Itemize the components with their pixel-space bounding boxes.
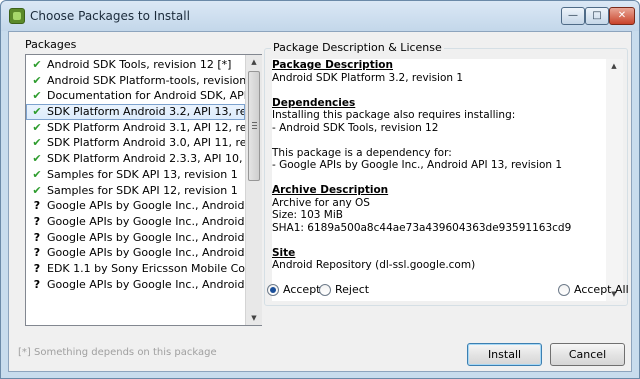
question-mark-icon: ? (33, 277, 41, 291)
accept-label[interactable]: Accept (283, 283, 321, 296)
package-row[interactable]: ✔ Documentation for Android SDK, API 13, … (26, 88, 245, 104)
description-panel[interactable]: Package Description Android SDK Platform … (272, 59, 623, 301)
package-label: Android SDK Platform-tools, revision 6 (47, 73, 245, 87)
scroll-up-arrow-icon[interactable]: ▲ (246, 55, 262, 69)
description-line: - Google APIs by Google Inc., Android AP… (272, 159, 563, 171)
dialog-body: Packages ✔ Android SDK Tools, revision 12… (8, 31, 632, 372)
package-row[interactable]: ✔ Android SDK Platform-tools, revision 6 (26, 73, 245, 89)
description-line (272, 234, 606, 247)
package-label: Documentation for Android SDK, API 13, .… (47, 89, 245, 103)
description-line: Android Repository (dl-ssl.google.com) (272, 259, 476, 271)
package-row[interactable]: ? Google APIs by Google Inc., Android API… (26, 277, 245, 293)
packages-list-rows: ✔ Android SDK Tools, revision 12 [*] ✔ Andr… (26, 57, 245, 292)
packages-group-label: Packages (23, 38, 79, 51)
package-label: EDK 1.1 by Sony Ericsson Mobile Commu... (47, 261, 245, 275)
section-heading: Package Description (272, 59, 393, 71)
description-line: Size: 103 MiB (272, 209, 343, 221)
install-button[interactable]: Install (467, 343, 542, 366)
package-row[interactable]: ✔ SDK Platform Android 3.1, API 12, revis… (26, 120, 245, 136)
cancel-button[interactable]: Cancel (550, 343, 625, 366)
question-mark-icon: ? (33, 230, 41, 244)
scroll-up-arrow-icon[interactable]: ▲ (606, 59, 622, 73)
checkmark-icon: ✔ (32, 58, 42, 71)
checkmark-icon: ✔ (32, 73, 42, 87)
checkmark-icon: ✔ (32, 136, 42, 150)
package-label: Samples for SDK API 13, revision 1 (47, 167, 238, 181)
android-sdk-icon (9, 8, 25, 24)
description-line: Android SDK Platform 3.2, revision 1 (272, 71, 464, 84)
reject-radio[interactable] (319, 284, 331, 296)
question-mark-icon: ? (33, 246, 41, 260)
window-title: Choose Packages to Install (30, 9, 190, 23)
package-row[interactable]: ✔ SDK Platform Android 3.2, API 13, revis… (26, 104, 245, 120)
minimize-button[interactable]: — (561, 7, 585, 25)
package-label: SDK Platform Android 2.3.3, API 10, revi… (47, 152, 245, 166)
description-group-label: Package Description & License (271, 41, 444, 54)
question-mark-icon: ? (33, 261, 41, 275)
description-line: - Android SDK Tools, revision 12 (272, 121, 439, 134)
checkmark-icon: ✔ (32, 120, 42, 134)
close-button[interactable]: ✕ (609, 7, 635, 25)
package-row[interactable]: ? Google APIs by Google Inc., Android API… (26, 230, 245, 246)
package-label: SDK Platform Android 3.0, API 11, revisi… (47, 136, 245, 150)
maximize-button[interactable]: □ (585, 7, 609, 25)
accept-radio[interactable] (267, 284, 279, 296)
dependency-footnote: [*] Something depends on this package (18, 347, 217, 358)
accept-all-label[interactable]: Accept All (574, 283, 629, 296)
accept-all-radio[interactable] (558, 284, 570, 296)
package-label: Android SDK Tools, revision 12 [*] (47, 58, 232, 71)
package-label: Google APIs by Google Inc., Android API … (47, 230, 245, 244)
checkmark-icon: ✔ (32, 152, 42, 166)
package-label: Google APIs by Google Inc., Android API … (47, 277, 245, 291)
checkmark-icon: ✔ (32, 105, 42, 119)
description-line: SHA1: 6189a500a8c44ae73a439604363de93591… (272, 221, 572, 234)
package-row[interactable]: ✔ SDK Platform Android 3.0, API 11, revis… (26, 135, 245, 151)
package-label: Google APIs by Google Inc., Android API … (47, 214, 245, 228)
description-scrollbar[interactable]: ▲ ▼ (606, 59, 623, 301)
description-line: This package is a dependency for: (272, 146, 452, 159)
description-line: Archive for any OS (272, 196, 370, 209)
scroll-down-arrow-icon[interactable]: ▼ (246, 311, 262, 325)
description-text: Package Description Android SDK Platform … (272, 59, 606, 272)
question-mark-icon: ? (33, 199, 41, 213)
section-heading: Site (272, 246, 296, 259)
package-row[interactable]: ✔ SDK Platform Android 2.3.3, API 10, rev… (26, 151, 245, 167)
packages-list[interactable]: ✔ Android SDK Tools, revision 12 [*] ✔ Andr… (25, 54, 262, 326)
package-row[interactable]: ✔ Samples for SDK API 13, revision 1 (26, 167, 245, 183)
checkmark-icon: ✔ (32, 167, 42, 181)
description-line (272, 134, 606, 147)
thumb-grip-line (252, 125, 257, 126)
checkmark-icon: ✔ (32, 89, 42, 103)
package-label: SDK Platform Android 3.2, API 13, revisi… (47, 105, 245, 119)
package-row[interactable]: ? Google APIs by Google Inc., Android API… (26, 198, 245, 214)
package-row[interactable]: ? Google APIs by Google Inc., Android API… (26, 214, 245, 230)
thumb-grip-line (252, 128, 257, 129)
thumb-grip-line (252, 122, 257, 123)
package-row[interactable]: ? Google APIs by Google Inc., Android API… (26, 245, 245, 261)
reject-label[interactable]: Reject (335, 283, 369, 296)
package-row[interactable]: ? EDK 1.1 by Sony Ericsson Mobile Commu..… (26, 261, 245, 277)
question-mark-icon: ? (33, 214, 41, 228)
package-label: Google APIs by Google Inc., Android API … (47, 246, 245, 260)
description-line (272, 172, 606, 185)
checkmark-icon: ✔ (32, 183, 42, 197)
package-row[interactable]: ✔ Android SDK Tools, revision 12 [*] (26, 57, 245, 73)
scrollbar-thumb[interactable] (248, 71, 260, 181)
packages-scrollbar[interactable]: ▲ ▼ (245, 55, 262, 325)
dialog-window: Choose Packages to Install — □ ✕ Package… (0, 0, 640, 379)
section-heading: Dependencies (272, 96, 356, 109)
title-bar[interactable]: Choose Packages to Install — □ ✕ (1, 1, 639, 31)
description-line: Installing this package also requires in… (272, 109, 516, 121)
package-label: Google APIs by Google Inc., Android API … (47, 199, 245, 213)
section-heading: Archive Description (272, 184, 389, 196)
package-label: Samples for SDK API 12, revision 1 (47, 183, 238, 197)
package-label: SDK Platform Android 3.1, API 12, revisi… (47, 120, 245, 134)
package-row[interactable]: ✔ Samples for SDK API 12, revision 1 (26, 183, 245, 199)
description-line (272, 84, 606, 97)
